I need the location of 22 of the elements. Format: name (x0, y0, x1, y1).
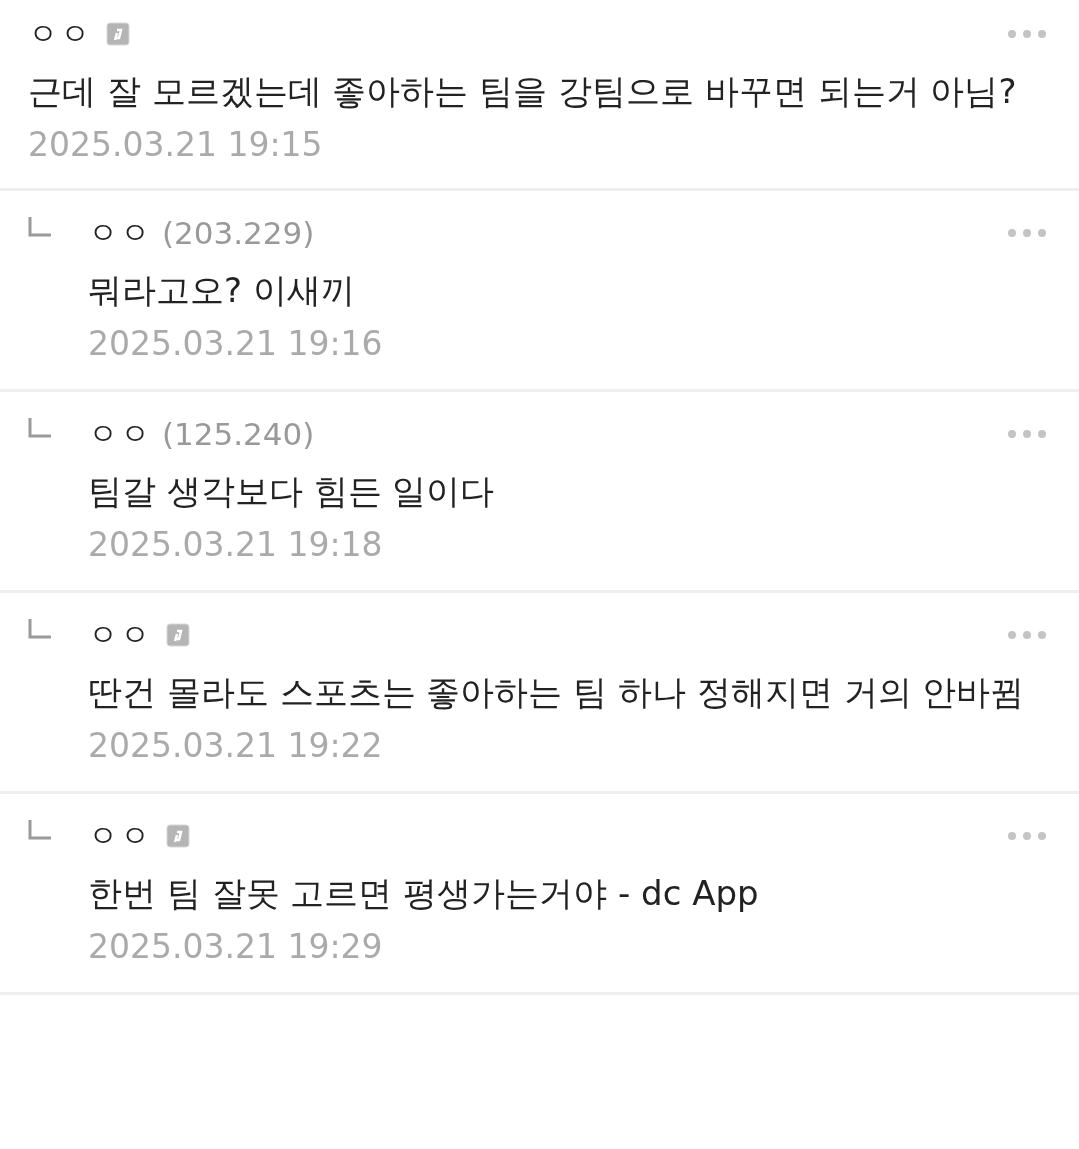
comment-date: 2025.03.21 19:16 (88, 323, 384, 365)
more-options-icon[interactable] (1007, 831, 1047, 841)
comment-date: 2025.03.21 19:18 (88, 524, 384, 566)
comment-text: 근데 잘 모르겠는데 좋아하는 팀을 강팀으로 바꾸면 되는거 아님? (28, 70, 1018, 113)
author-name: ㅇㅇ (88, 414, 152, 453)
comment-text: 뭐라고오? 이새끼 (88, 269, 356, 312)
comment-text: 팀갈 생각보다 힘든 일이다 (88, 470, 496, 513)
comment-date: 2025.03.21 19:29 (88, 926, 384, 968)
comment-date: 2025.03.21 19:22 (88, 725, 384, 767)
comment-date: 2025.03.21 19:15 (28, 124, 324, 166)
author-name: ㅇㅇ (88, 615, 152, 654)
more-options-icon[interactable] (1007, 228, 1047, 238)
author-name: ㅇㅇ (28, 14, 92, 53)
author-name: ㅇㅇ (88, 213, 152, 252)
more-options-icon[interactable] (1007, 429, 1047, 439)
ip-address: (203.229) (162, 215, 315, 251)
more-options-icon[interactable] (1007, 630, 1047, 640)
more-options-icon[interactable] (1007, 29, 1047, 39)
author-name: ㅇㅇ (88, 816, 152, 855)
comment-text: 한번 팀 잘못 고르면 평생가는거야 - dc App (88, 872, 760, 915)
comment-text: 딴건 몰라도 스포츠는 좋아하는 팀 하나 정해지면 거의 안바뀜 (88, 671, 1026, 714)
ip-address: (125.240) (162, 416, 315, 452)
